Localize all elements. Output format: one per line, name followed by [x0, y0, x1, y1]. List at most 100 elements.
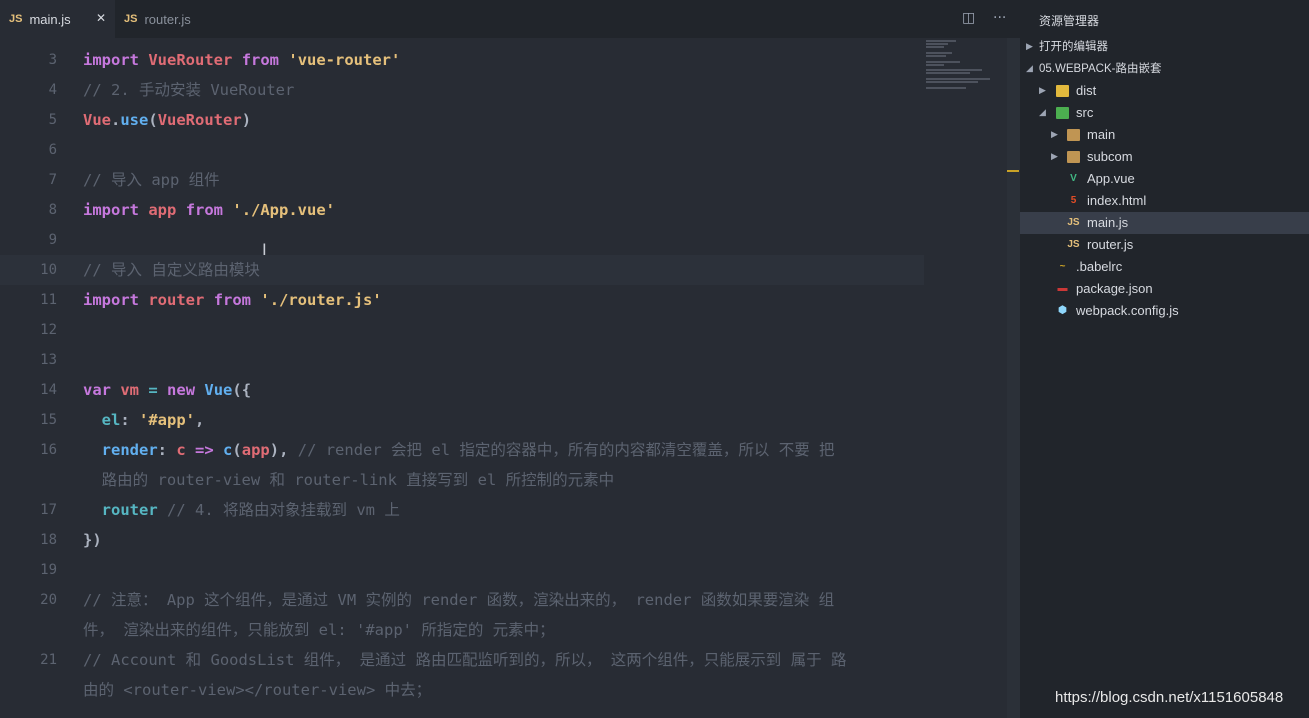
- tab-label: router.js: [144, 11, 191, 27]
- explorer-title: 资源管理器: [1039, 14, 1100, 28]
- code-token: // 4. 将路由对象挂载到 vm 上: [167, 501, 400, 519]
- code-token: import: [83, 51, 139, 69]
- code-token: router: [148, 291, 205, 309]
- line-text: // 注意： App 这个组件，是通过 VM 实例的 render 函数，渲染出…: [83, 585, 834, 615]
- code-token: // render 会把 el 指定的容器中，所有的内容都清空覆盖，所以 不要 …: [297, 441, 835, 459]
- code-token: ): [241, 111, 252, 129]
- code-line[interactable]: 11 import router from './router.js': [0, 285, 924, 315]
- code-line[interactable]: 8 import app from './App.vue': [0, 195, 924, 225]
- minimap-line: [926, 43, 948, 45]
- editor-pane[interactable]: JS main.js ✕ JS router.js ◫ ··· 3 import …: [0, 0, 1020, 718]
- line-text: 件， 渲染出来的组件，只能放到 el: '#app' 所指定的 元素中；: [83, 615, 555, 645]
- code-line[interactable]: 件， 渲染出来的组件，只能放到 el: '#app' 所指定的 元素中；: [0, 615, 924, 645]
- code-token: // 注意： App 这个组件，是通过 VM 实例的 render 函数，渲染出…: [83, 591, 835, 609]
- chevron-down-icon[interactable]: ◢: [1039, 102, 1046, 124]
- tree-item-webpack-config-js[interactable]: ⬢ webpack.config.js: [1020, 300, 1309, 322]
- tree-item-label: webpack.config.js: [1076, 303, 1179, 318]
- tree-item-dist[interactable]: ▶ dist: [1020, 80, 1309, 102]
- code-token: app: [241, 441, 270, 459]
- line-text: // 导入 app 组件: [83, 165, 220, 195]
- code-line[interactable]: 20 // 注意： App 这个组件，是通过 VM 实例的 render 函数，渲…: [0, 585, 924, 615]
- line-text: // Account 和 GoodsList 组件， 是通过 路由匹配监听到的，…: [83, 645, 846, 675]
- tree-item-package-json[interactable]: ▬ package.json: [1020, 278, 1309, 300]
- code-line[interactable]: 6: [0, 135, 924, 165]
- tree-item-subcom[interactable]: ▶ subcom: [1020, 146, 1309, 168]
- code-line[interactable]: 4 // 2. 手动安装 VueRouter: [0, 75, 924, 105]
- code-line[interactable]: 3 import VueRouter from 'vue-router': [0, 45, 924, 75]
- code-token: .: [111, 111, 121, 129]
- code-line[interactable]: 9: [0, 225, 924, 255]
- chevron-right-icon[interactable]: ▶: [1051, 124, 1058, 146]
- code-token: 件， 渲染出来的组件，只能放到 el: '#app' 所指定的 元素中；: [83, 621, 555, 639]
- line-number: 7: [48, 172, 57, 188]
- code-token: app: [148, 201, 177, 219]
- babel-file-icon: ~: [1059, 261, 1066, 272]
- line-text: router // 4. 将路由对象挂载到 vm 上: [83, 495, 400, 525]
- code-line[interactable]: 7 // 导入 app 组件: [0, 165, 924, 195]
- code-line[interactable]: 路由的 router-view 和 router-link 直接写到 el 所控…: [0, 465, 924, 495]
- line-text: var vm = new Vue({: [83, 375, 251, 405]
- code-area[interactable]: 3 import VueRouter from 'vue-router' 4 // 2…: [0, 45, 924, 705]
- tree-item-src[interactable]: ◢ src: [1020, 102, 1309, 124]
- tab-bar: JS main.js ✕ JS router.js ◫ ···: [0, 0, 1020, 38]
- code-line[interactable]: 21 // Account 和 GoodsList 组件， 是通过 路由匹配监听到…: [0, 645, 924, 675]
- tree-item-label: main: [1087, 127, 1116, 142]
- chevron-down-icon: ◢: [1026, 64, 1033, 74]
- code-token: from: [185, 201, 224, 219]
- tree-item--babelrc[interactable]: ~ .babelrc: [1020, 256, 1309, 278]
- chevron-right-icon[interactable]: ▶: [1039, 80, 1046, 102]
- code-token: =>: [195, 441, 214, 459]
- split-editor-icon[interactable]: ◫: [962, 10, 975, 26]
- code-token: }): [83, 531, 102, 549]
- chevron-right-icon[interactable]: ▶: [1051, 146, 1058, 168]
- close-icon[interactable]: ✕: [96, 11, 106, 25]
- open-editors-section[interactable]: ▶ 打开的编辑器: [1020, 36, 1309, 58]
- code-token: // 导入 app 组件: [83, 171, 220, 189]
- minimap-line: [926, 81, 978, 83]
- tree-item-index-html[interactable]: 5 index.html: [1020, 190, 1309, 212]
- more-icon[interactable]: ···: [993, 10, 1006, 26]
- tree-item-router-js[interactable]: JS router.js: [1020, 234, 1309, 256]
- tree-item-label: .babelrc: [1076, 259, 1123, 274]
- tab-router-js[interactable]: JS router.js: [115, 0, 232, 38]
- line-number: 20: [40, 592, 57, 608]
- code-line[interactable]: 14 var vm = new Vue({: [0, 375, 924, 405]
- tree-item-main[interactable]: ▶ main: [1020, 124, 1309, 146]
- minimap[interactable]: [922, 38, 992, 98]
- code-token: from: [213, 291, 252, 309]
- code-line[interactable]: 17 router // 4. 将路由对象挂载到 vm 上: [0, 495, 924, 525]
- minimap-line: [926, 69, 982, 71]
- watermark: https://blog.csdn.net/x1151605848: [1055, 689, 1284, 706]
- code-line[interactable]: 16 render: c => c(app), // render 会把 el …: [0, 435, 924, 465]
- minimap-line: [926, 40, 956, 42]
- vue-file-icon: V: [1070, 173, 1077, 184]
- tree-item-label: router.js: [1087, 237, 1134, 252]
- project-section[interactable]: ◢ 05.WEBPACK-路由嵌套: [1020, 58, 1309, 80]
- code-token: c: [176, 441, 186, 459]
- tree-item-main-js[interactable]: JS main.js: [1020, 212, 1309, 234]
- webpack-file-icon: ⬢: [1058, 305, 1067, 316]
- overview-ruler[interactable]: [1007, 38, 1020, 718]
- code-line[interactable]: 12: [0, 315, 924, 345]
- code-line[interactable]: 19: [0, 555, 924, 585]
- code-line[interactable]: 由的 <router-view></router-view> 中去；: [0, 675, 924, 705]
- code-token: use: [120, 111, 149, 129]
- tree-item-label: App.vue: [1087, 171, 1135, 186]
- tree-item-app-vue[interactable]: V App.vue: [1020, 168, 1309, 190]
- code-token: from: [241, 51, 280, 69]
- code-token: // Account 和 GoodsList 组件， 是通过 路由匹配监听到的，…: [83, 651, 847, 669]
- code-line[interactable]: 13: [0, 345, 924, 375]
- chevron-right-icon: ▶: [1026, 42, 1033, 52]
- minimap-line: [926, 78, 990, 80]
- tab-main-js[interactable]: JS main.js ✕: [0, 0, 115, 38]
- npm-file-icon: ▬: [1057, 283, 1068, 294]
- code-line[interactable]: 5 Vue.use(VueRouter): [0, 105, 924, 135]
- code-token: 'vue-router': [288, 51, 401, 69]
- code-line[interactable]: 15 el: '#app',: [0, 405, 924, 435]
- code-line[interactable]: 10 // 导入 自定义路由模块: [0, 255, 924, 285]
- code-line[interactable]: 18}): [0, 525, 924, 555]
